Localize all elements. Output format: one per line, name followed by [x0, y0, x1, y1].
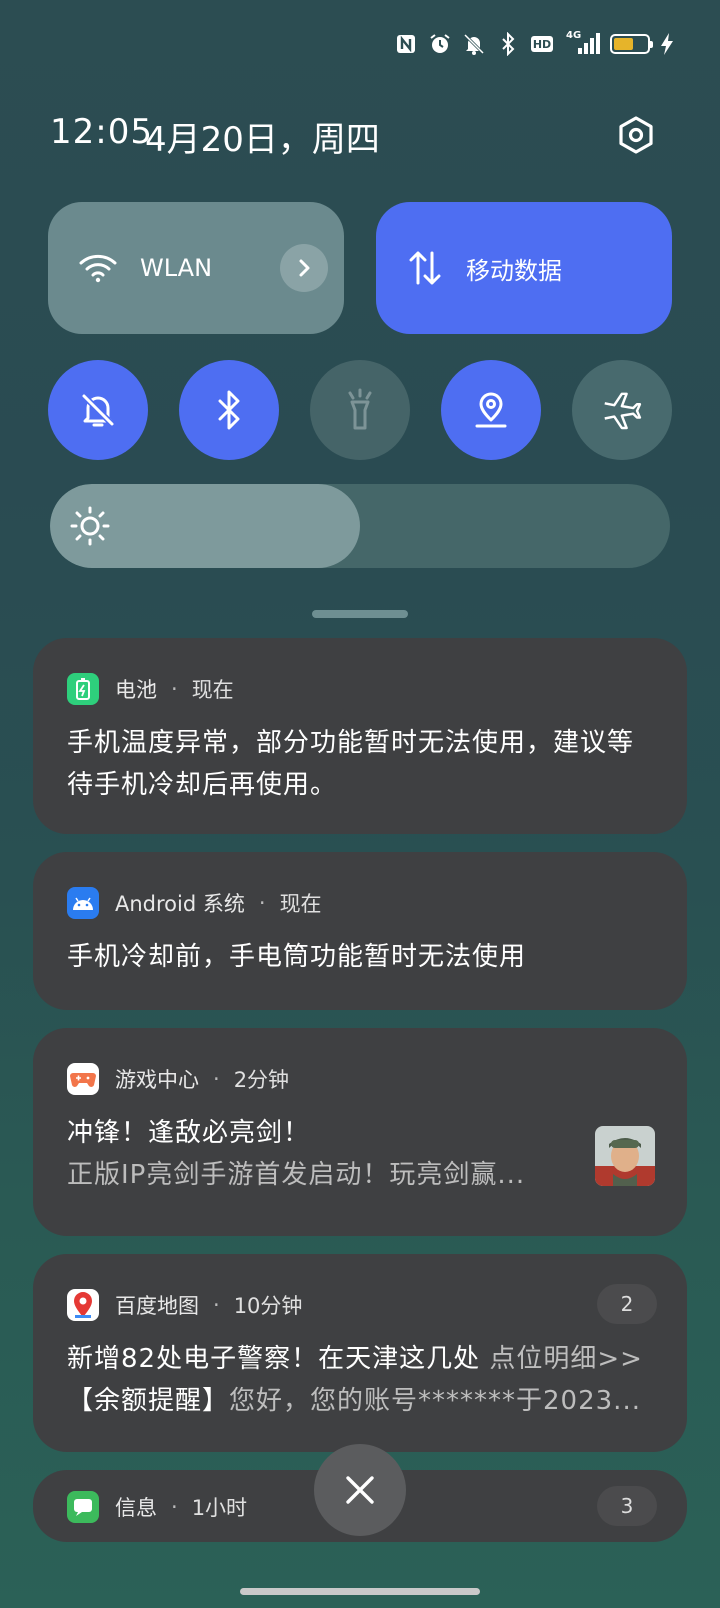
airplane-mode-toggle[interactable]: [572, 360, 672, 460]
flashlight-icon: [348, 388, 372, 430]
settings-icon: [619, 116, 653, 154]
notification-title-line1: 手机温度异常，部分功能暂时无法使用，建议等: [67, 728, 635, 758]
notification-subtitle: 【余额提醒】您好，您的账号*******于2023...: [67, 1380, 653, 1422]
app-name: Android 系统: [115, 892, 245, 916]
notification-baidu-map[interactable]: 百度地图 · 10分钟 2 新增82处电子警察！在天津这几处 点位明细>> 【余…: [33, 1254, 687, 1452]
separator-dot: ·: [171, 677, 178, 701]
data-transfer-icon: [409, 251, 441, 285]
battery-level: [614, 38, 634, 50]
app-name: 百度地图: [115, 1294, 199, 1318]
network-label: 4G: [566, 30, 582, 41]
charging-icon: [660, 32, 674, 56]
mute-icon: [462, 32, 486, 56]
clear-all-button[interactable]: [314, 1444, 406, 1536]
location-toggle[interactable]: [441, 360, 541, 460]
app-name: 信息: [115, 1496, 157, 1520]
panel-drag-handle[interactable]: [312, 610, 408, 618]
baidu-map-icon: [67, 1289, 99, 1321]
signal-4g-icon: 4G: [564, 30, 600, 56]
nfc-icon: [394, 32, 418, 56]
brightness-sun-icon: [70, 506, 110, 546]
separator-dot: ·: [213, 1293, 220, 1317]
hd-label: HD: [532, 37, 552, 51]
battery-icon: [610, 34, 653, 54]
separator-dot: ·: [258, 891, 266, 915]
notification-game-center[interactable]: 游戏中心 · 2分钟 冲锋！逢敌必亮剑！ 正版IP亮剑手游首发启动！玩亮剑赢..…: [33, 1028, 687, 1236]
notification-title-text: 新增82处电子警察！在天津这几处: [67, 1344, 481, 1374]
wlan-label: WLAN: [140, 254, 213, 282]
mobile-data-tile[interactable]: 移动数据: [376, 202, 672, 334]
alarm-icon: [428, 32, 452, 56]
notification-subtitle: 正版IP亮剑手游首发启动！玩亮剑赢...: [67, 1160, 526, 1190]
bell-off-icon: [81, 393, 115, 427]
bluetooth-icon: [218, 390, 240, 430]
bluetooth-toggle[interactable]: [179, 360, 279, 460]
separator-dot: ·: [213, 1067, 220, 1091]
brightness-slider[interactable]: [50, 484, 670, 568]
notification-time: 现在: [279, 892, 322, 916]
details-link[interactable]: 点位明细>>: [489, 1344, 643, 1374]
notification-time: 10分钟: [233, 1294, 303, 1318]
notification-subtitle-head: 【余额提醒】: [67, 1386, 230, 1416]
settings-button[interactable]: [612, 112, 660, 160]
separator-dot: ·: [171, 1495, 178, 1519]
notification-title: 新增82处电子警察！在天津这几处 点位明细>>: [67, 1338, 653, 1380]
notification-count-badge: 2: [597, 1284, 657, 1324]
status-bar: HD 4G: [394, 28, 674, 60]
notification-title-line2: 待手机冷却后再使用。: [67, 770, 338, 800]
notification-title: 冲锋！逢敌必亮剑！: [67, 1118, 311, 1148]
notification-time: 1小时: [191, 1496, 248, 1520]
app-name: 电池: [115, 678, 157, 702]
airplane-icon: [604, 392, 642, 430]
notification-battery[interactable]: 电池 · 现在 手机温度异常，部分功能暂时无法使用，建议等 待手机冷却后再使用。: [33, 638, 687, 834]
notification-time: 现在: [191, 678, 234, 702]
wlan-tile[interactable]: WLAN: [48, 202, 344, 334]
notification-title: 手机温度异常，部分功能暂时无法使用，建议等 待手机冷却后再使用。: [67, 722, 653, 806]
mute-toggle[interactable]: [48, 360, 148, 460]
game-thumbnail-image: [595, 1126, 655, 1186]
close-icon: [346, 1476, 374, 1504]
wlan-expand-button[interactable]: [280, 244, 328, 292]
clock-time: 12:05: [50, 112, 153, 152]
messages-icon: [67, 1491, 99, 1523]
notification-subtitle-text: 您好，您的账号*******于2023...: [229, 1386, 641, 1416]
game-center-icon: [67, 1063, 99, 1095]
android-icon: [67, 887, 99, 919]
notification-count-badge: 3: [597, 1486, 657, 1526]
notification-time: 2分钟: [233, 1068, 290, 1092]
app-name: 游戏中心: [115, 1068, 199, 1092]
notification-android-system[interactable]: Android 系统 · 现在 手机冷却前，手电筒功能暂时无法使用: [33, 852, 687, 1010]
bluetooth-icon: [496, 32, 520, 56]
mobile-data-label: 移动数据: [466, 256, 562, 285]
notification-title: 手机冷却前，手电筒功能暂时无法使用: [67, 942, 527, 972]
battery-app-icon: [67, 673, 99, 705]
gesture-navigation-bar[interactable]: [240, 1588, 480, 1595]
chevron-right-icon: [299, 259, 310, 277]
hd-icon: HD: [530, 32, 554, 56]
location-pin-icon: [475, 392, 507, 428]
wifi-icon: [79, 254, 117, 283]
flashlight-toggle[interactable]: [310, 360, 410, 460]
date-label: 4月20日，周四: [145, 120, 380, 160]
